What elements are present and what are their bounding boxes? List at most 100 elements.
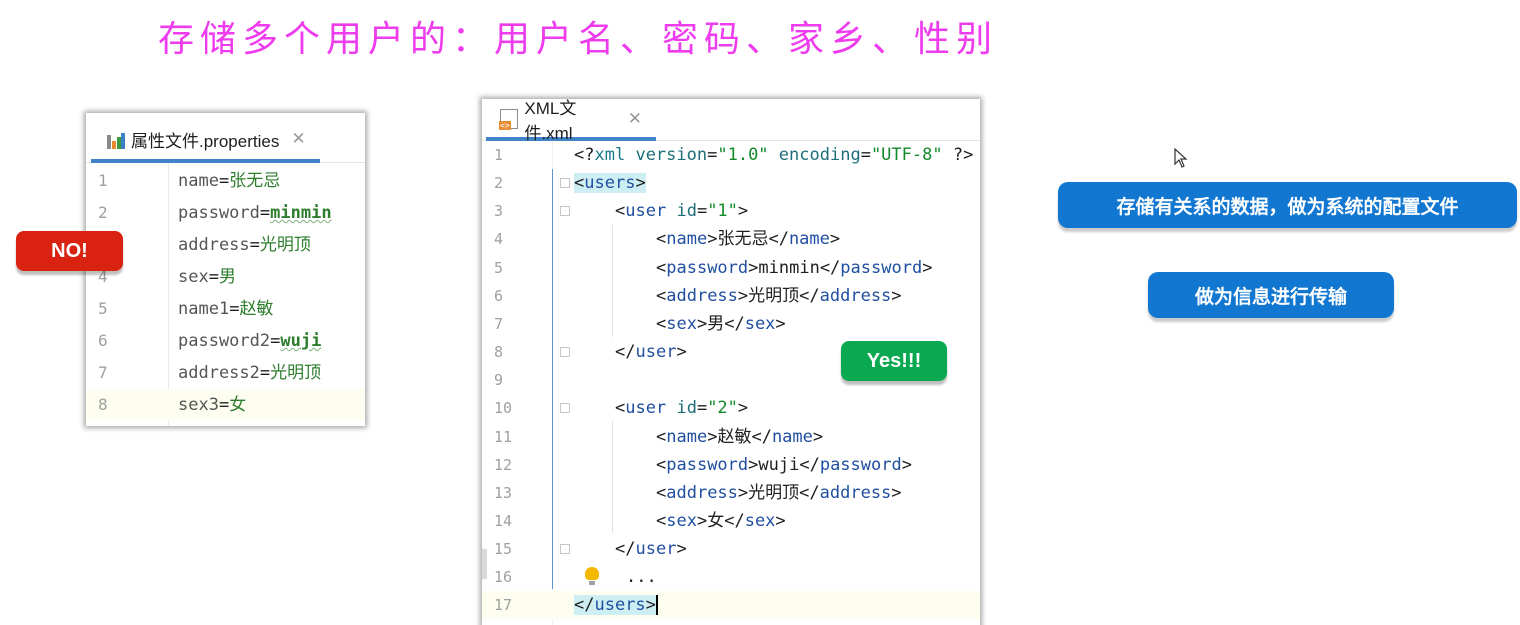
xml-punct: >	[696, 510, 708, 531]
transfer-note: 做为信息进行传输	[1148, 272, 1394, 318]
mouse-cursor-icon	[1174, 148, 1188, 168]
xml-line[interactable]: <name>张无忌</name>	[656, 225, 840, 253]
xml-punct: >	[676, 342, 687, 363]
xml-string: "2"	[707, 398, 738, 419]
xml-line[interactable]: <sex>女</sex>	[656, 507, 786, 535]
xml-root-close-tag: </users>	[574, 595, 656, 616]
line-number: 5	[98, 299, 108, 318]
fold-marker-icon[interactable]	[560, 206, 570, 217]
property-key: password2	[178, 331, 271, 351]
property-line[interactable]: password=minmin	[178, 197, 332, 229]
property-value: 男	[218, 267, 236, 287]
xml-line[interactable]: </user>	[615, 535, 687, 563]
line-number: 7	[494, 314, 504, 333]
xml-line[interactable]: <name>赵敏</name>	[656, 423, 823, 451]
xml-punct: <	[656, 313, 667, 334]
xml-line[interactable]: <?xml version="1.0" encoding="UTF-8" ?>	[574, 141, 973, 169]
gutter-marker	[482, 149, 487, 167]
xml-text-value: 赵敏	[717, 426, 752, 447]
fold-marker-icon[interactable]	[560, 403, 570, 414]
tab-properties-file[interactable]: 属性文件.properties ✕	[91, 119, 320, 163]
yes-badge: Yes!!!	[841, 341, 947, 381]
property-line[interactable]: address=光明顶	[178, 229, 311, 261]
xml-tag-name: user	[635, 342, 677, 363]
xml-text-value: 男	[707, 313, 725, 334]
tab-xml-file[interactable]: <> XML文件.xml ✕	[486, 99, 656, 143]
xml-line[interactable]: <user id="2">	[615, 394, 748, 422]
xml-indent-guide	[612, 421, 613, 533]
xml-punct: <	[656, 229, 667, 250]
line-number: 12	[494, 455, 513, 474]
xml-punct: </	[724, 313, 745, 334]
fold-marker-icon[interactable]	[560, 178, 570, 189]
property-value: 女	[229, 395, 247, 415]
fold-marker-icon[interactable]	[560, 544, 570, 555]
xml-punct: ?>	[952, 145, 974, 165]
xml-line[interactable]: <address>光明顶</address>	[656, 282, 902, 310]
xml-punct: <	[656, 454, 667, 475]
xml-tag-name: address	[666, 482, 738, 503]
line-number: 7	[98, 363, 108, 382]
property-equals: =	[259, 363, 271, 383]
property-line[interactable]: name1=赵敏	[178, 293, 273, 325]
xml-line[interactable]: <address>光明顶</address>	[656, 479, 902, 507]
xml-line[interactable]: <users>	[574, 169, 646, 197]
xml-punct: >	[901, 454, 912, 475]
xml-tag-name: sex	[744, 510, 776, 531]
xml-punct: >	[737, 201, 749, 222]
xml-line[interactable]: <password>minmin</password>	[656, 254, 932, 282]
xml-punct: <	[656, 285, 667, 306]
close-icon[interactable]: ✕	[628, 109, 642, 129]
xml-punct: <	[656, 426, 667, 447]
line-number: 11	[494, 427, 513, 446]
xml-tag-name: name	[788, 229, 830, 250]
line-number: 16	[494, 568, 513, 587]
property-value: 光明顶	[259, 235, 311, 255]
line-number: 6	[98, 331, 108, 350]
xml-tag-name: user	[625, 201, 667, 222]
xml-attr: version	[635, 145, 708, 165]
property-line[interactable]: name=张无忌	[178, 165, 280, 197]
xml-tag-name: users	[584, 173, 636, 194]
property-line[interactable]: sex=男	[178, 261, 236, 293]
close-icon[interactable]: ✕	[291, 129, 305, 149]
lightbulb-icon[interactable]	[585, 567, 599, 585]
xml-punct: <	[574, 173, 585, 194]
xml-line[interactable]: ...	[626, 563, 657, 591]
property-line[interactable]: sex3=女	[178, 389, 246, 421]
xml-tag-name: address	[666, 285, 738, 306]
config-note: 存储有关系的数据，做为系统的配置文件	[1058, 182, 1517, 228]
xml-punct: >	[748, 454, 759, 475]
xml-punct: </	[724, 510, 745, 531]
properties-file-icon	[105, 129, 125, 149]
xml-current-line	[482, 591, 980, 619]
gutter-marker	[482, 549, 487, 579]
xml-punct: >	[922, 257, 933, 278]
tab-label: 属性文件.properties	[131, 131, 280, 151]
xml-punct: =	[707, 145, 718, 165]
no-badge: NO!	[16, 231, 123, 271]
xml-punct: >	[635, 173, 646, 194]
xml-punct: <?	[574, 145, 595, 165]
xml-space	[666, 201, 676, 221]
property-line[interactable]: address2=光明顶	[178, 357, 321, 389]
xml-text-value: 张无忌	[717, 229, 769, 250]
line-number: 4	[494, 230, 504, 249]
xml-line[interactable]: <password>wuji</password>	[656, 451, 912, 479]
xml-tag-name: address	[819, 482, 892, 503]
property-equals: =	[208, 267, 219, 287]
xml-tag-name: address	[819, 285, 892, 306]
property-value: 赵敏	[239, 299, 274, 319]
xml-line[interactable]: </user>	[615, 338, 687, 366]
xml-text-value: minmin	[758, 257, 820, 278]
xml-line[interactable]: <sex>男</sex>	[656, 310, 786, 338]
line-number: 2	[494, 174, 504, 193]
fold-marker-icon[interactable]	[560, 347, 570, 358]
property-line[interactable]: password2=wuji	[178, 325, 321, 357]
xml-line[interactable]: <user id="1">	[615, 197, 748, 225]
property-value: 光明顶	[270, 363, 322, 383]
xml-attr: id	[676, 201, 697, 222]
xml-line[interactable]: </users>	[574, 591, 658, 619]
property-equals: =	[270, 331, 281, 351]
property-key: name1	[178, 299, 230, 319]
